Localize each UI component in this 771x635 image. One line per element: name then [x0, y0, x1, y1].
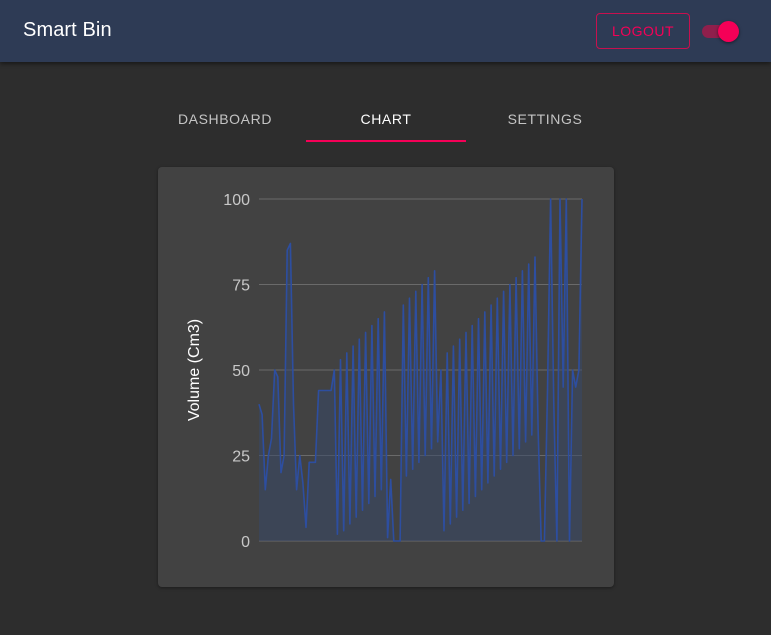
- chart-card: 0 25 50 75 100 Volume (Cm3): [158, 167, 614, 587]
- tab-indicator: [306, 140, 466, 142]
- tab-settings[interactable]: SETTINGS: [465, 96, 625, 142]
- switch-thumb[interactable]: [718, 21, 739, 42]
- y-tick-label: 0: [241, 534, 250, 551]
- y-tick-label: 25: [232, 449, 250, 466]
- app-bar: Smart Bin LOGOUT: [0, 0, 771, 62]
- tab-dashboard[interactable]: DASHBOARD: [145, 96, 305, 142]
- y-tick-labels: 0 25 50 75 100: [223, 192, 250, 551]
- y-tick-label: 50: [232, 363, 250, 380]
- tab-bar: DASHBOARD CHART SETTINGS: [145, 96, 625, 144]
- logout-button[interactable]: LOGOUT: [596, 13, 690, 49]
- tab-chart[interactable]: CHART: [306, 96, 466, 142]
- y-tick-label: 75: [232, 278, 250, 295]
- y-axis-label: Volume (Cm3): [186, 319, 203, 421]
- y-tick-label: 100: [223, 192, 250, 209]
- volume-chart: 0 25 50 75 100 Volume (Cm3): [186, 192, 583, 551]
- theme-toggle-switch[interactable]: [700, 20, 740, 42]
- app-title: Smart Bin: [23, 19, 112, 41]
